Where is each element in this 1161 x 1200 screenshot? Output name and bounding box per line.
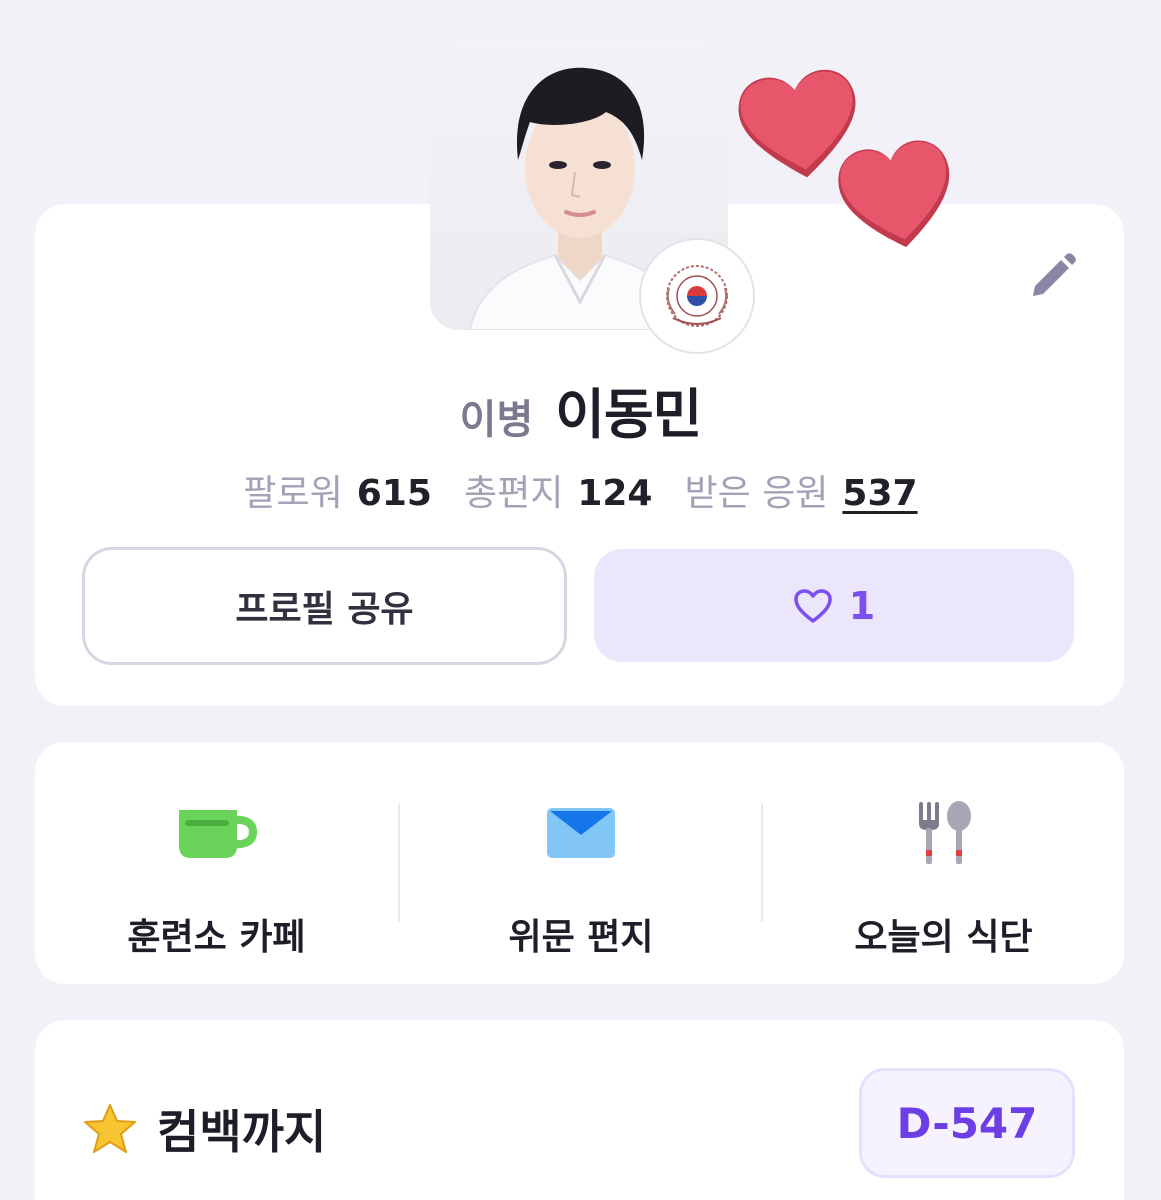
profile-name: 이동민 [555, 383, 702, 446]
menu-item-letter[interactable]: 위문 편지 [400, 742, 762, 984]
rank-label: 이병 [459, 397, 534, 443]
envelope-icon [547, 808, 615, 858]
cheers-count-link[interactable]: 537 [842, 473, 917, 514]
menu-label-meal: 오늘의 식단 [854, 917, 1033, 958]
cheers-label: 받은 응원 [684, 473, 829, 514]
followers-count: 615 [356, 473, 432, 514]
edit-pencil-icon[interactable] [1025, 250, 1079, 308]
dday-badge: D-547 [859, 1068, 1075, 1178]
share-profile-button[interactable]: 프로필 공유 [82, 547, 567, 665]
menu-label-letter: 위문 편지 [508, 917, 654, 958]
letters-count: 124 [577, 473, 653, 514]
share-profile-label: 프로필 공유 [235, 589, 414, 630]
menu-item-meal[interactable]: 오늘의 식단 [763, 742, 1124, 984]
star-icon [84, 1104, 136, 1153]
like-button[interactable]: 1 [594, 549, 1074, 662]
name-row: 이병 이동민 [0, 370, 1161, 449]
followers-label: 팔로워 [243, 473, 343, 514]
menu-card: 훈련소 카페 위문 편지 오늘의 식단 [35, 742, 1124, 984]
fork-spoon-icon [918, 801, 971, 864]
heart-outline-icon [794, 588, 832, 623]
menu-item-cafe[interactable]: 훈련소 카페 [35, 742, 398, 984]
comeback-title: 컴백까지 [83, 1096, 326, 1162]
letters-label: 총편지 [463, 473, 564, 514]
coffee-cup-icon [178, 810, 257, 858]
profile-page: 이병 이동민 팔로워 615 총편지 124 받은 응원 537 프로필 공유 1 훈련소 … [0, 0, 1161, 1200]
dday-value: D-547 [896, 1098, 1038, 1148]
stats-row: 팔로워 615 총편지 124 받은 응원 537 [0, 464, 1161, 516]
comeback-title-text: 컴백까지 [157, 1105, 327, 1159]
hearts-decoration-icon [730, 58, 970, 262]
comeback-card: 컴백까지 D-547 [35, 1020, 1124, 1200]
like-count: 1 [848, 583, 876, 628]
menu-label-cafe: 훈련소 카페 [127, 917, 306, 958]
